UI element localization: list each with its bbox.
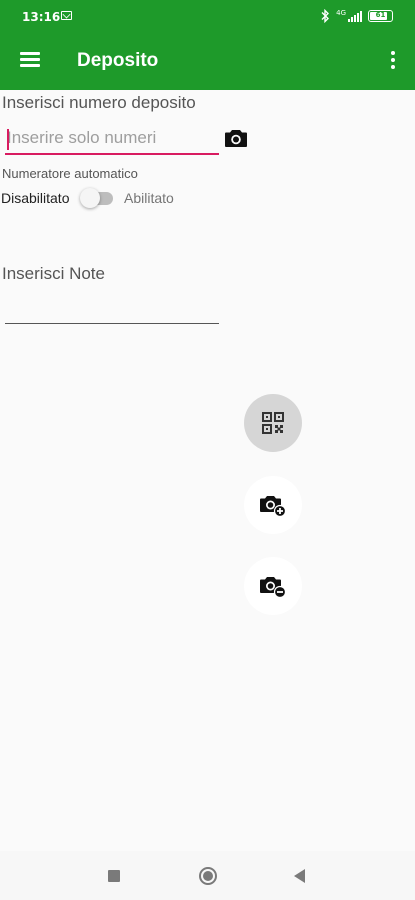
deposit-number-label: Inserisci numero deposito [2, 93, 196, 112]
status-bar: 13:16 4G 61 [0, 0, 415, 34]
home-icon[interactable] [199, 867, 217, 885]
recents-icon[interactable] [108, 870, 120, 882]
note-input[interactable] [5, 294, 219, 324]
status-icons: 4G 61 [320, 9, 393, 23]
network-type: 4G [336, 9, 346, 17]
battery-icon: 61 [368, 10, 393, 22]
system-nav-bar [0, 851, 415, 900]
switch-thumb [80, 188, 100, 208]
signal-icon [348, 10, 362, 22]
note-label: Inserisci Note [2, 264, 105, 283]
qr-scan-button[interactable] [244, 394, 302, 452]
switch-on-label: Abilitato [124, 190, 174, 206]
camera-icon[interactable] [224, 128, 248, 148]
app-bar: Deposito [0, 34, 415, 90]
mail-notification-icon [61, 11, 72, 20]
auto-numerator-switch[interactable] [80, 188, 114, 208]
menu-icon[interactable] [20, 52, 40, 67]
page-title: Deposito [77, 50, 159, 71]
qr-code-icon [262, 412, 284, 434]
battery-level: 61 [375, 11, 386, 19]
camera-add-button[interactable] [244, 476, 302, 534]
bluetooth-icon [321, 9, 330, 23]
switch-off-label: Disabilitato [1, 190, 70, 206]
deposit-number-input[interactable] [5, 123, 219, 155]
auto-numerator-label: Numeratore automatico [2, 166, 138, 181]
more-vert-icon[interactable] [391, 51, 395, 69]
camera-add-icon [260, 496, 287, 517]
camera-remove-button[interactable] [244, 557, 302, 615]
camera-remove-icon [260, 577, 287, 598]
back-icon[interactable] [294, 869, 305, 883]
status-time: 13:16 [22, 10, 61, 24]
text-cursor [7, 129, 9, 150]
